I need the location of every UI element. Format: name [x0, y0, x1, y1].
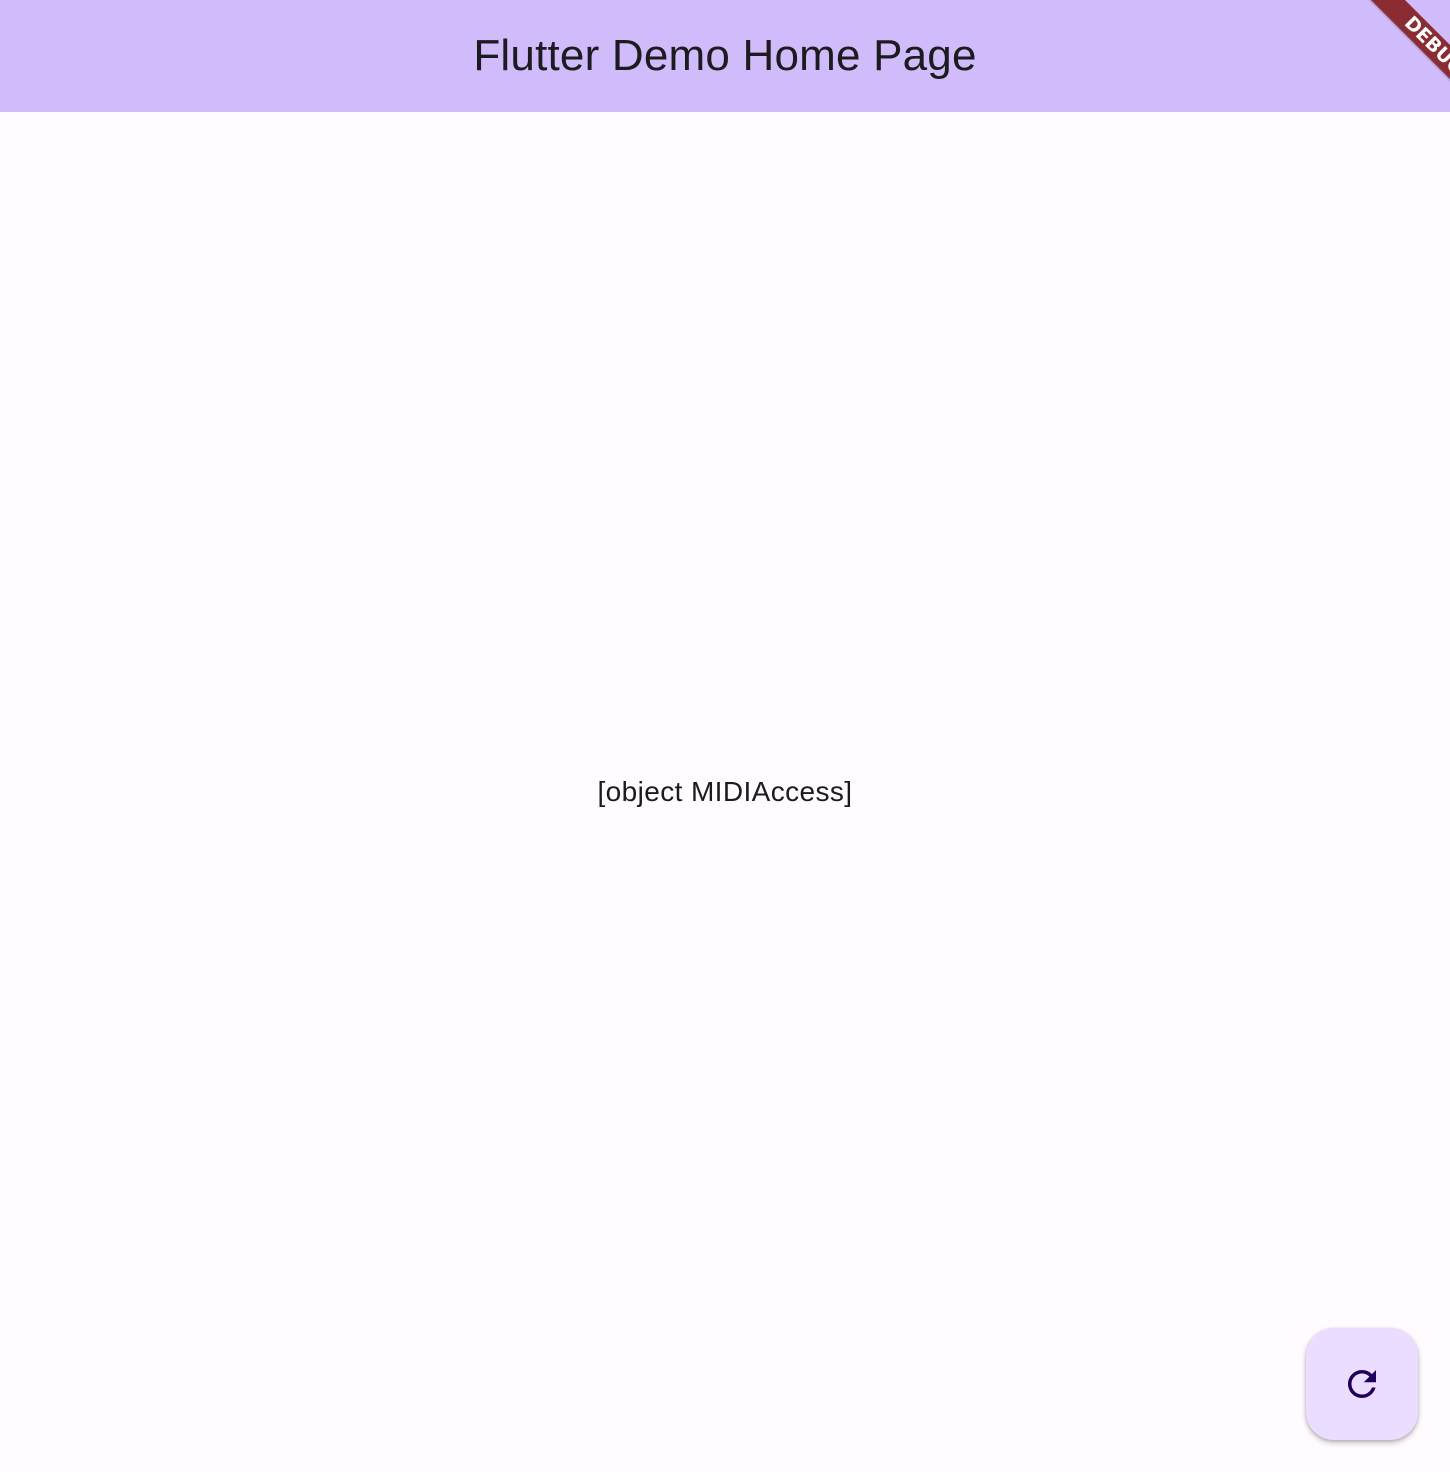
app-bar: Flutter Demo Home Page: [0, 0, 1450, 112]
status-text: [object MIDIAccess]: [597, 776, 853, 807]
refresh-icon: [1341, 1363, 1383, 1405]
page-title: Flutter Demo Home Page: [473, 31, 977, 80]
main-content: [object MIDIAccess]: [0, 112, 1450, 1472]
refresh-button[interactable]: [1306, 1328, 1418, 1440]
